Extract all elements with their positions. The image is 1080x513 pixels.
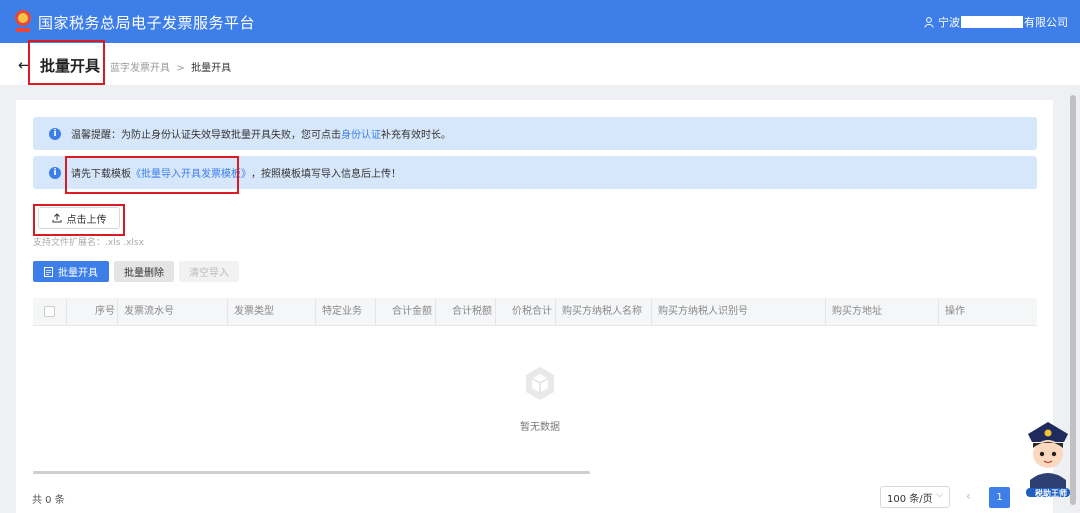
empty-box-icon [526,367,554,400]
column-header: 购买方纳税人名称 [556,298,652,326]
total-count: 共 0 条 [32,495,65,506]
user-name-suffix: 有限公司 [1024,16,1068,29]
tip-alert: i 温馨提醒：为防止身份认证失效导致批量开具失败，您可点击 身份认证 补充有效时… [33,117,1037,150]
page-number-button[interactable]: 1 [989,487,1010,508]
document-icon [44,266,53,277]
redacted-mask [961,16,1023,28]
column-header: 发票流水号 [118,298,228,326]
table-horizontal-scrollbar[interactable] [33,471,590,474]
table-header: 序号 发票流水号 发票类型 特定业务 合计金额 合计税额 价税合计 购买方纳税人… [33,298,1037,326]
highlight-box-upload [33,204,125,236]
breadcrumb-separator-icon: > [173,63,188,74]
upload-hint: 支持文件扩展名：.xls .xlsx [33,238,144,248]
clear-import-button[interactable]: 清空导入 [179,261,239,282]
column-header: 特定业务 [316,298,376,326]
info-icon: i [49,127,61,140]
user-icon [924,16,934,28]
mascot-avatar-icon[interactable] [1020,418,1076,498]
top-bar: 国家税务总局电子发票服务平台 宁波 有限公司 [0,0,1080,43]
tip-text-before: 温馨提醒：为防止身份认证失效导致批量开具失败，您可点击 [71,130,341,141]
chevron-down-icon: ⌵ [936,490,943,500]
page-size-select[interactable]: 100 条/页 ⌵ [880,486,950,508]
breadcrumb-item-current: 批量开具 [191,63,232,74]
column-header: 发票类型 [228,298,316,326]
mascot-label: 税助王师 [1035,489,1067,498]
column-header: 价税合计 [496,298,556,326]
column-header: 购买方纳税人识别号 [652,298,826,326]
app-title: 国家税务总局电子发票服务平台 [38,14,256,32]
batch-issue-button[interactable]: 批量开具 [33,261,109,282]
select-all-checkbox[interactable] [44,306,55,317]
highlight-box-template [65,156,239,194]
column-header: 合计税额 [436,298,496,326]
info-icon: i [49,166,61,179]
select-all-cell [33,298,67,326]
column-header: 购买方地址 [826,298,939,326]
tax-emblem-icon [15,10,31,32]
template-text-after: ，按照模板填写导入信息后上传！ [251,169,401,180]
identity-auth-link[interactable]: 身份认证 [341,126,381,141]
batch-delete-button[interactable]: 批量删除 [114,261,174,282]
user-account[interactable]: 宁波 有限公司 [924,14,1068,30]
batch-issue-label: 批量开具 [58,268,98,279]
chevron-left-icon[interactable]: ‹ [966,489,971,503]
user-name-prefix: 宁波 [938,16,960,29]
column-header: 合计金额 [376,298,436,326]
tip-text-after: 补充有效时长。 [381,130,451,141]
highlight-box-title [28,40,105,85]
breadcrumb-item-parent[interactable]: 蓝字发票开具 [110,63,170,74]
breadcrumb: 蓝字发票开具 > 批量开具 [110,59,231,74]
column-header: 操作 [945,306,965,317]
empty-text: 暂无数据 [520,422,560,433]
page-size-value: 100 条/页 [887,493,933,505]
column-header: 序号 [67,298,118,326]
sub-header: ← 批量开具 蓝字发票开具 > 批量开具 [0,43,1080,85]
